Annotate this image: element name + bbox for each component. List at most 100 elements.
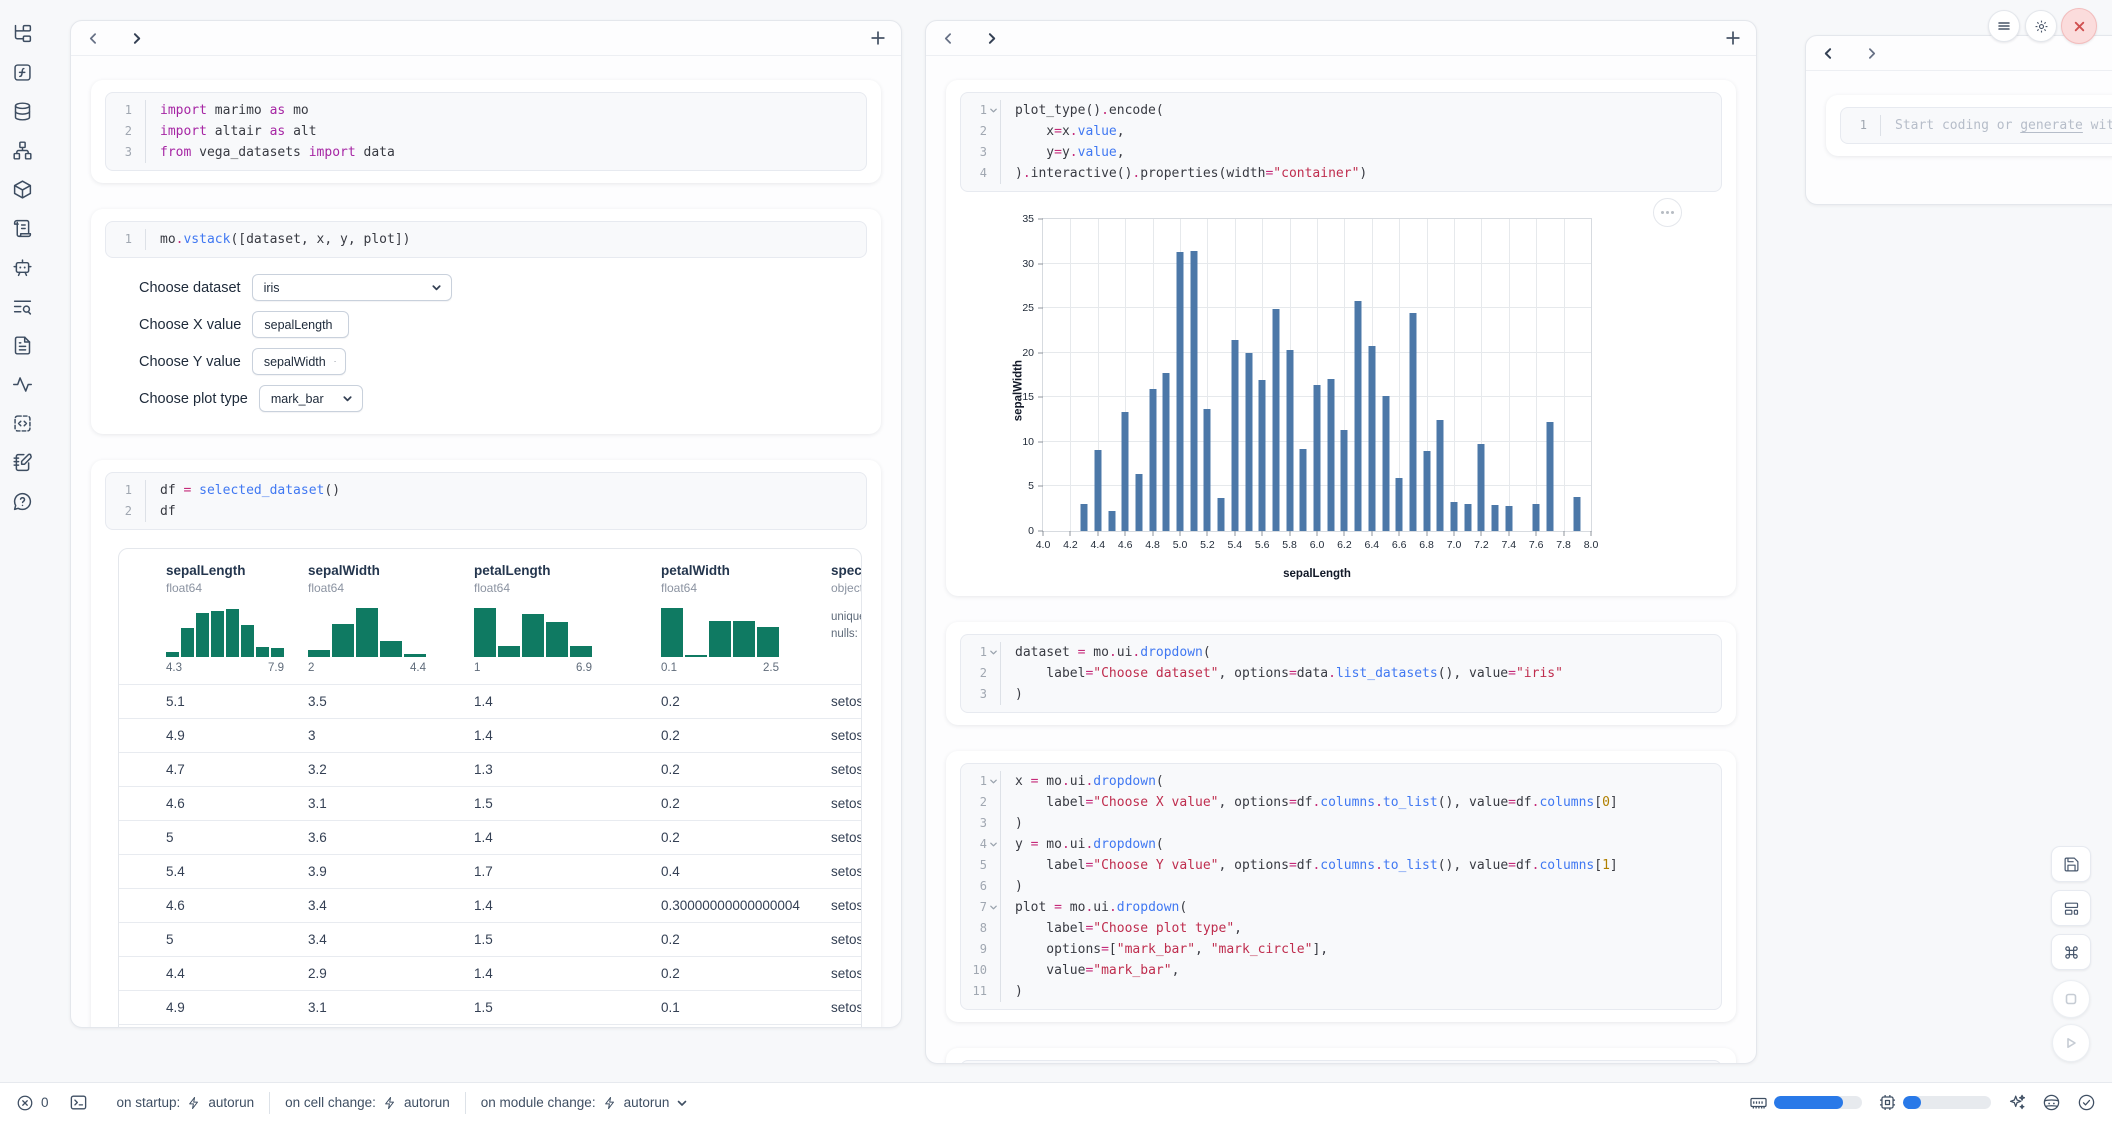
ai-features-button[interactable] (2007, 1093, 2026, 1112)
snippets-icon[interactable] (11, 412, 33, 434)
history-forward-icon[interactable] (1865, 47, 1878, 60)
control-label: Choose dataset (139, 280, 241, 296)
y-tick-label: 35 (1022, 213, 1034, 225)
run-button[interactable] (2052, 1024, 2090, 1062)
histogram-bar (570, 646, 592, 657)
column-header-petalLength[interactable]: petalLength float64 16.9 (474, 563, 661, 674)
settings-button[interactable] (2025, 10, 2057, 42)
line-number: 9 (961, 939, 1001, 960)
history-forward-icon[interactable] (985, 32, 998, 45)
scratchpad-icon[interactable] (11, 451, 33, 473)
histogram-bar (241, 625, 254, 657)
cell-empty: 1 Start coding or generate with (1826, 95, 2112, 156)
column-histogram (474, 605, 592, 657)
lightning-icon (603, 1096, 617, 1110)
documentation-icon[interactable] (11, 334, 33, 356)
code-editor[interactable]: 1x = mo.ui.dropdown(2 label="Choose X va… (960, 763, 1722, 1010)
errors-indicator[interactable]: 0 (16, 1094, 49, 1112)
menu-button[interactable] (1988, 10, 2020, 42)
table-row[interactable]: 5.13.51.40.2setosa (119, 684, 861, 718)
line-number: 3 (961, 684, 1001, 705)
terminal-button[interactable] (69, 1093, 88, 1112)
table-row[interactable]: 4.931.40.2setosa (119, 718, 861, 752)
code-editor[interactable]: 1selected_dataset = getattr(data, datase… (960, 1060, 1722, 1064)
table-row[interactable]: 53.61.40.2setosa (119, 820, 861, 854)
code-line: ) (1001, 813, 1023, 834)
column-header-sepalLength[interactable]: sepalLength float64 4.37.9 (166, 563, 308, 674)
table-cell: 1.3 (474, 762, 661, 777)
table-cell: 5.4 (166, 864, 308, 879)
code-line: mo.vstack([dataset, x, y, plot]) (146, 229, 410, 250)
chart-bar (1231, 340, 1238, 531)
variables-icon[interactable] (11, 61, 33, 83)
history-back-icon[interactable] (87, 32, 100, 45)
table-cell: 1.4 (474, 728, 661, 743)
x-value-select[interactable]: sepalLength (252, 311, 349, 338)
generate-link[interactable]: generate (2020, 118, 2083, 133)
empty-code-editor[interactable]: 1 Start coding or generate with (1840, 107, 2112, 144)
table-row[interactable]: 5.43.91.70.4setosa (119, 854, 861, 888)
table-row[interactable]: 4.63.11.50.2setosa (119, 786, 861, 820)
runtime-on-module-change[interactable]: on module change: autorun (466, 1095, 704, 1110)
code-editor[interactable]: 1import marimo as mo2import altair as al… (105, 92, 867, 171)
y-value-select[interactable]: sepalWidth (252, 348, 346, 375)
column-header-petalWidth[interactable]: petalWidth float64 0.12.5 (661, 563, 831, 674)
table-cell: 4.6 (166, 898, 308, 913)
runtime-on-cell-change[interactable]: on cell change: autorun (270, 1095, 465, 1110)
chart-bar (1396, 478, 1403, 531)
column-header-sepalWidth[interactable]: sepalWidth float64 24.4 (308, 563, 474, 674)
table-row[interactable]: 4.42.91.40.2setosa (119, 956, 861, 990)
packages-icon[interactable] (11, 178, 33, 200)
connection-status-button[interactable] (2077, 1093, 2096, 1112)
memory-usage[interactable] (1749, 1093, 1862, 1112)
chart-bar (1478, 444, 1485, 531)
cpu-meter (1903, 1096, 1991, 1109)
help-icon[interactable] (11, 490, 33, 512)
menu-icon (1997, 19, 2011, 33)
history-back-icon[interactable] (942, 32, 955, 45)
add-cell-button[interactable] (1726, 31, 1740, 45)
code-line: df (146, 501, 176, 522)
plot-type-select[interactable]: mark_bar (259, 385, 363, 412)
cpu-usage[interactable] (1878, 1093, 1991, 1112)
layout-button[interactable] (2051, 890, 2091, 926)
datasets-icon[interactable] (11, 100, 33, 122)
table-header: sepalLength float64 4.37.9 sepalWidth fl… (119, 549, 861, 684)
keyboard-shortcuts-button[interactable] (2051, 934, 2091, 970)
save-button[interactable] (2051, 846, 2091, 882)
history-forward-icon[interactable] (130, 32, 143, 45)
table-row[interactable]: 4.63.41.40.30000000000000004setosa (119, 888, 861, 922)
y-tick-label: 5 (1028, 480, 1034, 492)
activity-rail (0, 0, 44, 1082)
chart-actions-button[interactable] (1653, 198, 1682, 227)
dependency-graph-icon[interactable] (11, 139, 33, 161)
logs-icon[interactable] (11, 217, 33, 239)
close-icon (2073, 20, 2086, 33)
line-number: 1 (961, 100, 1001, 121)
code-editor[interactable]: 1df = selected_dataset()2df (105, 472, 867, 530)
add-cell-button[interactable] (871, 31, 885, 45)
table-row[interactable]: 4.93.11.50.1setosa (119, 990, 861, 1024)
outline-search-icon[interactable] (11, 295, 33, 317)
histogram-bar (356, 608, 378, 657)
code-editor[interactable]: 1dataset = mo.ui.dropdown(2 label="Choos… (960, 634, 1722, 713)
column-header-species[interactable]: species object uniquenulls: (831, 563, 861, 674)
table-cell: 0.2 (661, 762, 831, 777)
code-editor[interactable]: 1mo.vstack([dataset, x, y, plot]) (105, 221, 867, 258)
assistant-button[interactable] (2042, 1093, 2061, 1112)
code-line: options=["mark_bar", "mark_circle"], (1001, 939, 1328, 960)
chat-icon[interactable] (11, 256, 33, 278)
x-tick-label: 7.4 (1501, 539, 1516, 551)
histogram-bar (308, 650, 330, 657)
dataset-select[interactable]: iris (252, 274, 452, 301)
table-row[interactable]: 53.41.50.2setosa (119, 922, 861, 956)
stop-button[interactable] (2052, 980, 2090, 1018)
file-explorer-icon[interactable] (11, 22, 33, 44)
tracing-icon[interactable] (11, 373, 33, 395)
code-line: y=y.value, (1001, 142, 1125, 163)
code-editor[interactable]: 1plot_type().encode(2 x=x.value,3 y=y.va… (960, 92, 1722, 192)
shutdown-button[interactable] (2061, 8, 2097, 44)
table-row[interactable]: 4.73.21.30.2setosa (119, 752, 861, 786)
runtime-on-startup[interactable]: on startup: autorun (102, 1095, 270, 1110)
history-back-icon[interactable] (1822, 47, 1835, 60)
